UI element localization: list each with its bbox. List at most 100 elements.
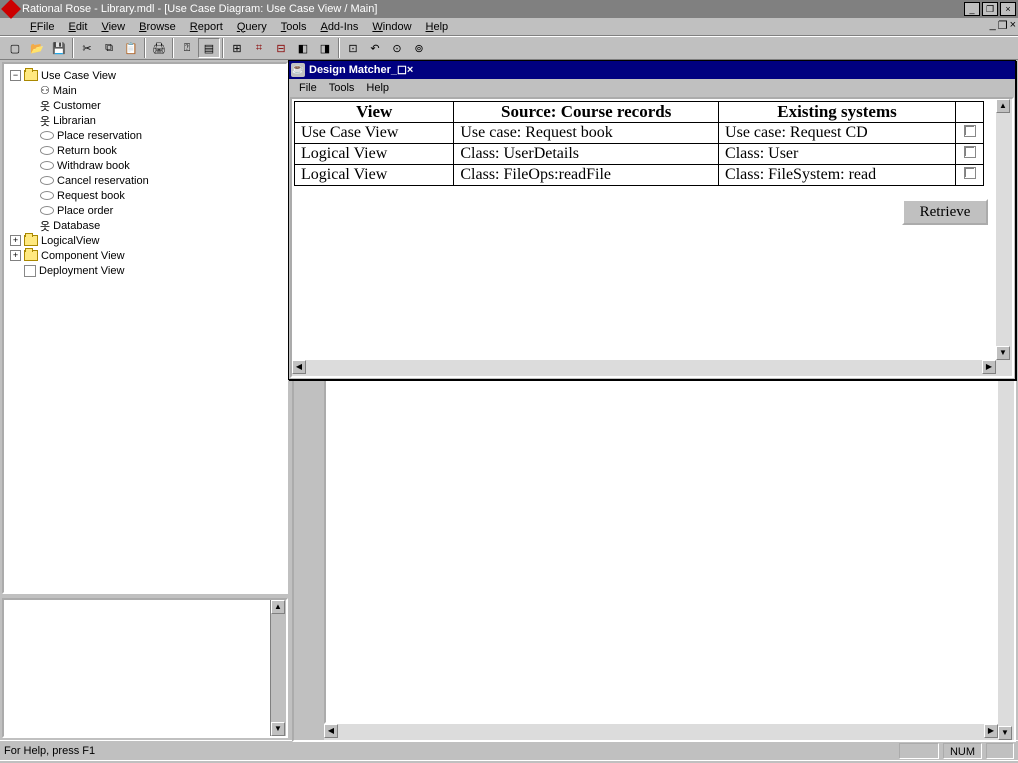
doc-scrollbar[interactable]: ▲ ▼	[270, 600, 286, 736]
status-cell	[899, 743, 939, 759]
cell-view: Use Case View	[295, 123, 454, 144]
tree-node-use-case-view[interactable]: − Use Case View	[6, 68, 284, 83]
dm-body: View Source: Course records Existing sys…	[290, 97, 1014, 378]
tree-node-withdraw-book[interactable]: Withdraw book	[6, 158, 284, 173]
tool-5[interactable]: ◨	[314, 38, 336, 58]
browser-tree[interactable]: − Use Case View ⚇ Main 옷 Customer 옷 Libr…	[2, 62, 288, 594]
tree-node-return-book[interactable]: Return book	[6, 143, 284, 158]
tree-label: LogicalView	[41, 235, 100, 247]
help-context-button[interactable]: ⍰	[176, 38, 198, 58]
tool-4[interactable]: ◧	[292, 38, 314, 58]
close-button[interactable]: ×	[1000, 2, 1016, 16]
paste-button[interactable]: 📋	[120, 38, 142, 58]
minimize-button[interactable]: _	[964, 2, 980, 16]
restore-button[interactable]: ❐	[982, 2, 998, 16]
col-existing: Existing systems	[719, 102, 956, 123]
expand-icon[interactable]: +	[10, 235, 21, 246]
diagram-hscrollbar[interactable]: ◀ ▶	[324, 724, 998, 740]
scroll-up-icon[interactable]: ▲	[996, 99, 1010, 113]
menu-window[interactable]: Window	[366, 20, 417, 34]
tree-node-main[interactable]: ⚇ Main	[6, 83, 284, 98]
tree-node-librarian[interactable]: 옷 Librarian	[6, 113, 284, 128]
documentation-pane[interactable]: ▲ ▼	[2, 598, 288, 738]
print-button[interactable]: 🖨	[148, 38, 170, 58]
tree-node-customer[interactable]: 옷 Customer	[6, 98, 284, 113]
title-text: Rational Rose - Library.mdl - [Use Case …	[22, 3, 377, 15]
tree-node-logical-view[interactable]: + LogicalView	[6, 233, 284, 248]
browse-button[interactable]: ▤	[198, 38, 220, 58]
tree-label: Place reservation	[57, 130, 142, 142]
tree-node-deployment-view[interactable]: Deployment View	[6, 263, 284, 278]
java-icon: ☕	[291, 63, 305, 77]
scroll-right-icon[interactable]: ▶	[982, 360, 996, 374]
scroll-up-icon[interactable]: ▲	[271, 600, 285, 614]
menu-help[interactable]: Help	[420, 20, 455, 34]
dm-menu-file[interactable]: File	[293, 81, 323, 95]
tree-node-place-order[interactable]: Place order	[6, 203, 284, 218]
cell-existing: Class: User	[719, 144, 956, 165]
table-row[interactable]: Logical View Class: FileOps:readFile Cla…	[295, 165, 984, 186]
zoom-fit-button[interactable]: ⊡	[342, 38, 364, 58]
dm-menu-tools[interactable]: Tools	[323, 81, 361, 95]
tree-label: Place order	[57, 205, 113, 217]
cut-button[interactable]: ✂	[76, 38, 98, 58]
menu-edit[interactable]: Edit	[62, 20, 93, 34]
mdi-restore-button[interactable]: ❐	[998, 19, 1008, 32]
deployment-icon	[24, 265, 36, 277]
scroll-right-icon[interactable]: ▶	[984, 724, 998, 738]
table-row[interactable]: Use Case View Use case: Request book Use…	[295, 123, 984, 144]
tree-node-database[interactable]: 옷 Database	[6, 218, 284, 233]
menu-addins[interactable]: Add-Ins	[314, 20, 364, 34]
actor-icon: 옷	[40, 218, 50, 234]
dm-vscrollbar[interactable]: ▲ ▼	[996, 99, 1012, 360]
scroll-left-icon[interactable]: ◀	[292, 360, 306, 374]
tool-8[interactable]: ⊙	[386, 38, 408, 58]
dm-close-button[interactable]: ×	[407, 64, 413, 76]
design-matcher-window[interactable]: ☕ Design Matcher _ ☐ × File Tools Help V…	[288, 60, 1016, 380]
open-button[interactable]: 📂	[26, 38, 48, 58]
tree-node-component-view[interactable]: + Component View	[6, 248, 284, 263]
row-checkbox[interactable]	[956, 144, 984, 165]
toolbar-separator	[72, 38, 74, 58]
dm-maximize-button[interactable]: ☐	[397, 64, 407, 77]
mdi-close-button[interactable]: ×	[1010, 19, 1016, 32]
tool-9[interactable]: ⊚	[408, 38, 430, 58]
row-checkbox[interactable]	[956, 165, 984, 186]
expand-icon[interactable]: +	[10, 250, 21, 261]
tool-3[interactable]: ⊟	[270, 38, 292, 58]
menu-file[interactable]: FFileFile	[24, 20, 60, 34]
tool-2[interactable]: ⌗	[248, 38, 270, 58]
menu-report[interactable]: Report	[184, 20, 229, 34]
scroll-left-icon[interactable]: ◀	[324, 724, 338, 738]
menu-query[interactable]: Query	[231, 20, 273, 34]
dm-menu-help[interactable]: Help	[360, 81, 395, 95]
tree-node-place-reservation[interactable]: Place reservation	[6, 128, 284, 143]
usecase-icon	[40, 206, 54, 215]
scroll-down-icon[interactable]: ▼	[271, 722, 285, 736]
tree-node-cancel-reservation[interactable]: Cancel reservation	[6, 173, 284, 188]
table-row[interactable]: Logical View Class: UserDetails Class: U…	[295, 144, 984, 165]
cell-source: Class: FileOps:readFile	[454, 165, 719, 186]
menu-browse[interactable]: Browse	[133, 20, 182, 34]
scroll-down-icon[interactable]: ▼	[996, 346, 1010, 360]
save-button[interactable]: 💾	[48, 38, 70, 58]
status-help-text: For Help, press F1	[4, 745, 95, 757]
collapse-icon[interactable]: −	[10, 70, 21, 81]
copy-button[interactable]: ⧉	[98, 38, 120, 58]
menu-tools[interactable]: Tools	[275, 20, 313, 34]
row-checkbox[interactable]	[956, 123, 984, 144]
col-select	[956, 102, 984, 123]
tree-label: Cancel reservation	[57, 175, 149, 187]
scroll-down-icon[interactable]: ▼	[998, 726, 1012, 740]
dm-titlebar[interactable]: ☕ Design Matcher _ ☐ ×	[289, 61, 1015, 79]
toolbar-separator	[338, 38, 340, 58]
dm-hscrollbar[interactable]: ◀ ▶	[292, 360, 1012, 376]
menu-view[interactable]: View	[95, 20, 131, 34]
undo-button[interactable]: ↶	[364, 38, 386, 58]
mdi-minimize-button[interactable]: _	[990, 19, 996, 32]
new-button[interactable]: ▢	[4, 38, 26, 58]
retrieve-button[interactable]: Retrieve	[902, 199, 988, 225]
tool-1[interactable]: ⊞	[226, 38, 248, 58]
tree-node-request-book[interactable]: Request book	[6, 188, 284, 203]
tree-label: Return book	[57, 145, 117, 157]
